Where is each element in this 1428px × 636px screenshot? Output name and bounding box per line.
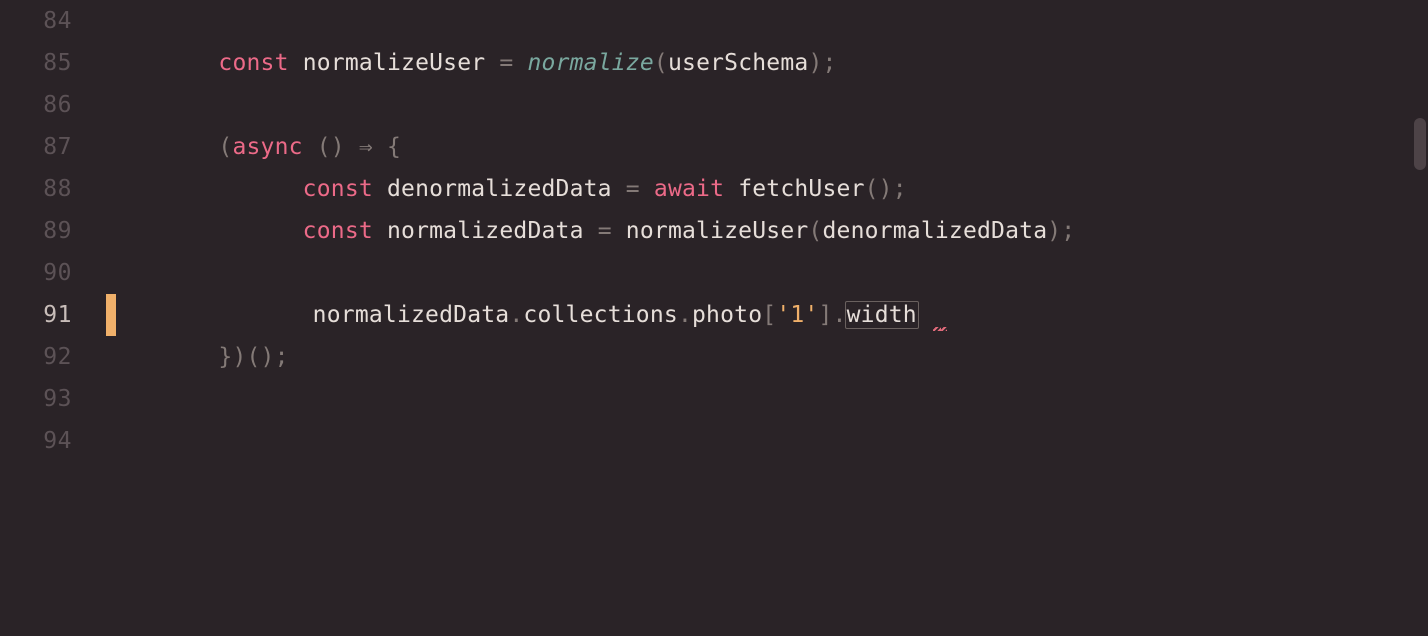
code-line[interactable]: normalizedData.collections.photo['1'].wi…	[106, 294, 1428, 336]
line-number: 92	[0, 336, 106, 378]
code-text	[106, 92, 218, 118]
code-text	[106, 8, 134, 34]
token: =	[499, 50, 527, 76]
token: ();	[865, 176, 907, 202]
token: (	[808, 218, 822, 244]
code-line[interactable]: (async () ⇒ {	[106, 126, 1428, 168]
code-text: const denormalizedData = await fetchUser…	[106, 176, 907, 202]
line-number: 86	[0, 84, 106, 126]
token: await	[654, 176, 738, 202]
line-number: 94	[0, 420, 106, 462]
line-number: 85	[0, 42, 106, 84]
code-text: })();	[106, 344, 289, 370]
token: (	[654, 50, 668, 76]
token: normalizeUser	[303, 50, 500, 76]
code-text	[106, 428, 134, 454]
token: normalizedData	[313, 302, 510, 328]
token: =	[598, 218, 626, 244]
code-line[interactable]	[106, 252, 1428, 294]
code-line[interactable]	[106, 378, 1428, 420]
gutter-modified-marker	[106, 294, 116, 336]
token: const	[303, 218, 387, 244]
code-line[interactable]	[106, 84, 1428, 126]
token: =	[626, 176, 654, 202]
line-number: 91	[0, 294, 106, 336]
token: normalize	[527, 50, 653, 76]
scrollbar-thumb[interactable]	[1414, 118, 1426, 170]
token: collections	[523, 302, 678, 328]
token: .	[509, 302, 523, 328]
line-number: 88	[0, 168, 106, 210]
token: denormalizedData	[387, 176, 626, 202]
code-text	[106, 260, 303, 286]
token: normalizedData	[387, 218, 598, 244]
token: denormalizedData	[822, 218, 1047, 244]
token: photo	[692, 302, 762, 328]
token: [	[762, 302, 776, 328]
error-squiggle-token: width	[847, 302, 919, 328]
code-text: const normalizedData = normalizeUser(den…	[106, 218, 1075, 244]
token: ]	[818, 302, 832, 328]
code-line[interactable]: const normalizeUser = normalize(userSche…	[106, 42, 1428, 84]
token: const	[303, 176, 387, 202]
token: const	[218, 50, 302, 76]
code-text	[106, 386, 134, 412]
token: '1'	[776, 302, 818, 328]
token: ()	[317, 134, 359, 160]
token: .	[678, 302, 692, 328]
hover-highlight-box: width	[845, 301, 919, 329]
token: );	[808, 50, 836, 76]
code-line[interactable]	[106, 0, 1428, 42]
token: {	[373, 134, 401, 160]
code-area[interactable]: const normalizeUser = normalize(userSche…	[106, 0, 1428, 636]
code-text: normalizedData.collections.photo['1'].wi…	[116, 301, 919, 329]
token: );	[1047, 218, 1075, 244]
line-number: 90	[0, 252, 106, 294]
code-text: (async () ⇒ {	[106, 134, 401, 160]
token: async	[232, 134, 316, 160]
scrollbar-track[interactable]	[1412, 0, 1426, 636]
code-line[interactable]	[106, 420, 1428, 462]
line-number: 93	[0, 378, 106, 420]
token: })();	[218, 344, 288, 370]
token: normalizeUser	[626, 218, 809, 244]
token: userSchema	[668, 50, 808, 76]
line-number: 87	[0, 126, 106, 168]
token: (	[218, 134, 232, 160]
line-number: 84	[0, 0, 106, 42]
code-line[interactable]: const denormalizedData = await fetchUser…	[106, 168, 1428, 210]
code-line[interactable]: })();	[106, 336, 1428, 378]
token: ⇒	[359, 134, 373, 160]
token: fetchUser	[738, 176, 864, 202]
code-editor[interactable]: 8485868788899091929394 const normalizeUs…	[0, 0, 1428, 636]
line-number: 89	[0, 210, 106, 252]
code-text: const normalizeUser = normalize(userSche…	[106, 50, 837, 76]
line-number-gutter: 8485868788899091929394	[0, 0, 106, 636]
code-line[interactable]: const normalizedData = normalizeUser(den…	[106, 210, 1428, 252]
